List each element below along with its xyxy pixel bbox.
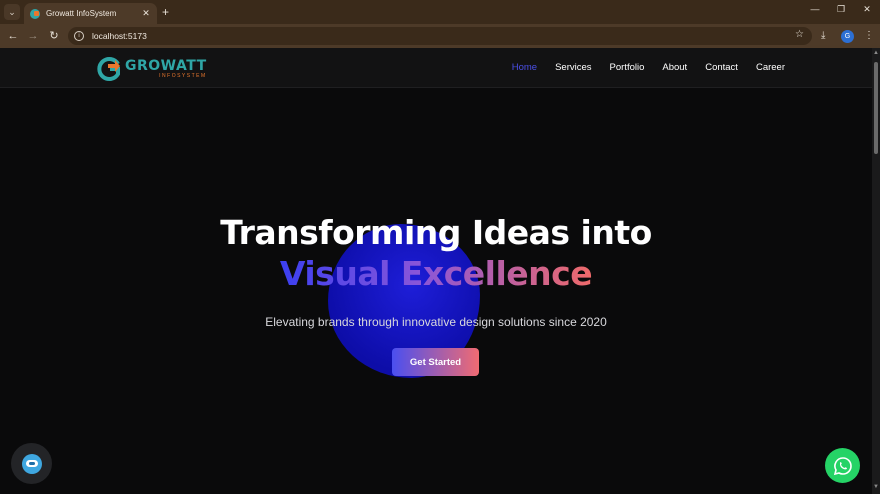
menu-kebab-icon[interactable]: ⋮ (864, 29, 874, 43)
page-scrollbar[interactable]: ▲ ▼ (872, 48, 880, 494)
url-text: localhost:5173 (92, 31, 147, 41)
back-icon[interactable]: ← (6, 29, 20, 43)
logo-wordmark: GROWATT (125, 57, 207, 74)
scroll-up-icon[interactable]: ▲ (873, 50, 879, 56)
whatsapp-icon (833, 456, 852, 475)
forward-icon[interactable]: → (26, 29, 40, 43)
scroll-down-icon[interactable]: ▼ (873, 484, 879, 490)
hero-title-line2: Visual Excellence (279, 254, 593, 293)
reload-icon[interactable]: ↻ (47, 29, 61, 43)
restore-button[interactable]: ❐ (834, 4, 848, 15)
tab-favicon-icon (30, 8, 40, 19)
get-started-button[interactable]: Get Started (392, 348, 479, 376)
close-window-button[interactable]: ✕ (860, 4, 874, 15)
download-icon[interactable]: ⤓ (821, 29, 825, 43)
nav-contact[interactable]: Contact (705, 62, 738, 73)
tab-title: Growatt InfoSystem (46, 9, 117, 18)
site-navbar: GROWATT INFOSYSTEM Home Services Portfol… (0, 48, 872, 88)
whatsapp-button[interactable] (825, 448, 860, 483)
nav-about[interactable]: About (662, 62, 687, 73)
browser-tab[interactable]: Growatt InfoSystem ✕ (24, 3, 157, 24)
page-viewport: GROWATT INFOSYSTEM Home Services Portfol… (0, 48, 872, 494)
hero-heading: Transforming Ideas into Visual Excellenc… (0, 213, 872, 295)
nav-services[interactable]: Services (555, 62, 591, 73)
minimize-button[interactable]: — (808, 4, 822, 14)
tab-search-button[interactable]: ⌄ (4, 4, 20, 20)
site-info-icon[interactable]: i (74, 31, 84, 41)
nav-links: Home Services Portfolio About Contact Ca… (512, 62, 785, 73)
chatbot-icon (21, 453, 42, 474)
nav-portfolio[interactable]: Portfolio (610, 62, 645, 73)
browser-toolbar: ← → ↻ i localhost:5173 ☆ ⤓ ⋮ (0, 24, 880, 48)
site-logo[interactable]: GROWATT INFOSYSTEM (96, 56, 207, 81)
nav-home[interactable]: Home (512, 62, 537, 73)
nav-career[interactable]: Career (756, 62, 785, 73)
scroll-thumb[interactable] (874, 62, 878, 154)
new-tab-button[interactable]: + (162, 5, 169, 19)
chatbot-button[interactable] (11, 443, 52, 484)
growatt-logo-icon (97, 56, 120, 81)
tab-close-icon[interactable]: ✕ (141, 8, 151, 19)
hero-title-line1: Transforming Ideas into (220, 213, 652, 252)
browser-tab-bar: ⌄ Growatt InfoSystem ✕ + — ❐ ✕ (0, 0, 880, 24)
profile-avatar[interactable]: G (841, 30, 854, 43)
hero-subtitle: Elevating brands through innovative desi… (265, 315, 607, 329)
bookmark-star-icon[interactable]: ☆ (795, 29, 804, 40)
logo-subtitle: INFOSYSTEM (159, 72, 207, 79)
address-bar[interactable]: i localhost:5173 ☆ (68, 27, 812, 45)
